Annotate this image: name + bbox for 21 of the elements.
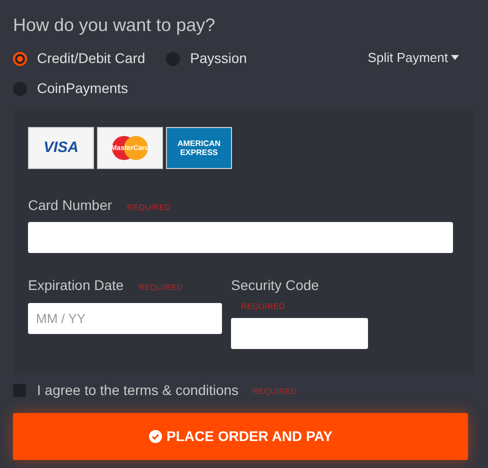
- payment-method-option[interactable]: Payssion: [166, 48, 247, 69]
- card-number-field[interactable]: [28, 222, 453, 253]
- split-payment-dropdown[interactable]: Split Payment: [368, 48, 459, 68]
- terms-label: I agree to the terms & conditions: [37, 380, 239, 400]
- radio-button[interactable]: [13, 52, 27, 66]
- required-label: REQUIRED: [138, 282, 183, 294]
- visa-logo: VISA: [28, 127, 94, 169]
- page-title: How do you want to pay?: [13, 14, 216, 36]
- security-code-field[interactable]: [231, 318, 368, 349]
- payment-method-option[interactable]: CoinPayments: [13, 78, 128, 99]
- payment-method-option[interactable]: Credit/Debit Card: [13, 48, 146, 69]
- check-circle-icon: [148, 430, 162, 443]
- caret-icon: [451, 55, 459, 60]
- field-label: Expiration Date: [28, 276, 124, 295]
- required-label: REQUIRED: [252, 387, 296, 396]
- field-label: Security Code: [231, 276, 320, 295]
- required-label: REQUIRED: [127, 202, 171, 214]
- expiration-date-field[interactable]: MM / YY: [28, 303, 222, 334]
- required-label: REQUIRED: [241, 302, 285, 311]
- field-label: Card Number: [28, 196, 112, 215]
- amex-logo: AMERICAN EXPRESS: [166, 127, 232, 169]
